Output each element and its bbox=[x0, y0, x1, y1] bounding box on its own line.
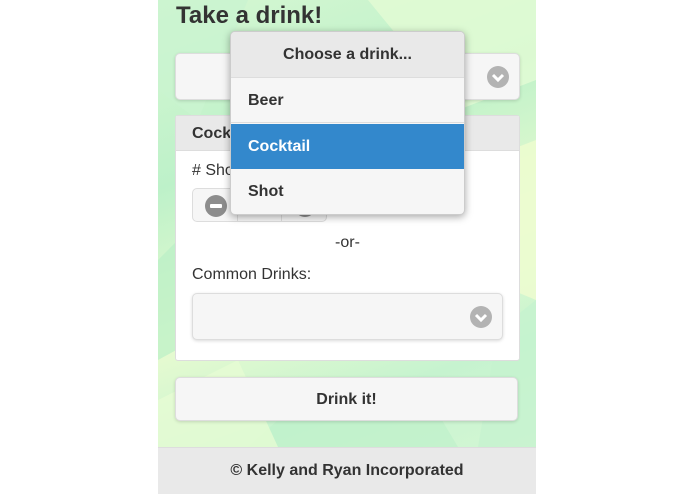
page-footer: © Kelly and Ryan Incorporated bbox=[158, 447, 536, 494]
dropdown-option-beer[interactable]: Beer bbox=[231, 78, 464, 123]
minus-icon bbox=[205, 195, 227, 217]
chevron-down-icon bbox=[470, 306, 492, 328]
page-title: Take a drink! bbox=[176, 2, 323, 29]
common-drinks-select[interactable] bbox=[192, 293, 503, 340]
or-divider: -or- bbox=[335, 234, 360, 251]
shots-label: # Sho bbox=[192, 162, 234, 179]
common-drinks-label: Common Drinks: bbox=[192, 266, 312, 283]
drink-type-dropdown: Choose a drink... Beer Cocktail Shot bbox=[230, 31, 465, 215]
dropdown-option-shot[interactable]: Shot bbox=[231, 169, 464, 214]
drink-it-button[interactable]: Drink it! bbox=[175, 377, 518, 421]
dropdown-option-cocktail[interactable]: Cocktail bbox=[231, 124, 464, 169]
dropdown-header: Choose a drink... bbox=[231, 32, 464, 78]
chevron-down-icon bbox=[487, 66, 509, 88]
